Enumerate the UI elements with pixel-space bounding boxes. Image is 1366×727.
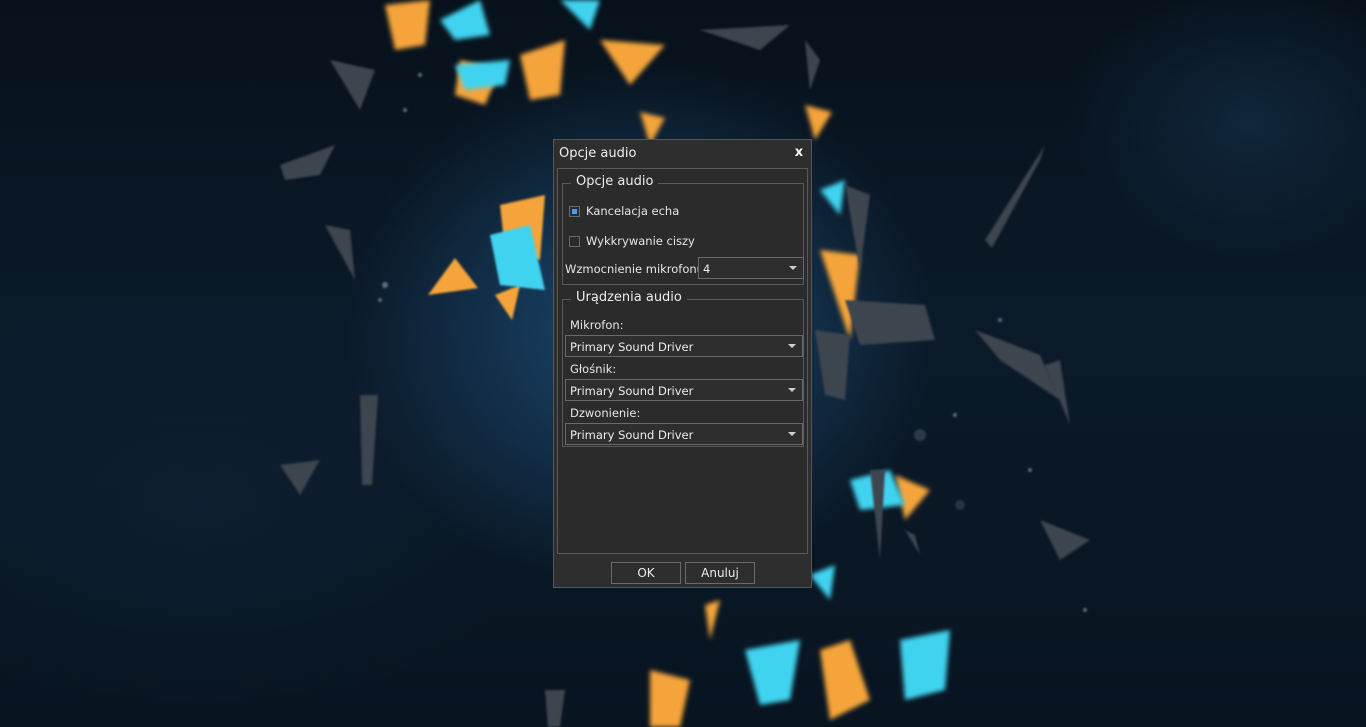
echo-cancel-checkbox[interactable] [569,205,580,217]
close-button[interactable]: x [791,145,807,161]
speaker-label: Głośnik: [570,362,617,376]
echo-cancel-label: Kancelacja echa [586,204,680,218]
desktop-wallpaper: Opcje audio x Opcje audio Kancelacja ech… [0,0,1366,727]
dialog-title: Opcje audio [559,146,637,161]
speaker-select[interactable]: Primary Sound Driver [565,379,803,401]
mic-gain-select[interactable]: 4 [698,257,804,279]
ringing-label: Dzwonienie: [570,406,641,420]
audio-options-group: Opcje audio Kancelacja echa Wykkrywanie … [562,174,804,285]
audio-options-legend: Opcje audio [571,174,659,189]
silence-detect-checkbox[interactable] [569,235,580,247]
echo-cancel-row[interactable]: Kancelacja echa [569,203,679,219]
chevron-down-icon [788,432,796,436]
audio-devices-legend: Urądzenia audio [571,290,687,305]
ringing-value: Primary Sound Driver [570,428,694,442]
cancel-button[interactable]: Anuluj [685,562,755,584]
ringing-select[interactable]: Primary Sound Driver [565,423,803,445]
microphone-label: Mikrofon: [570,318,624,332]
speaker-value: Primary Sound Driver [570,384,694,398]
chevron-down-icon [788,344,796,348]
microphone-select[interactable]: Primary Sound Driver [565,335,803,357]
silence-detect-row[interactable]: Wykkrywanie ciszy [569,233,695,249]
chevron-down-icon [788,388,796,392]
audio-devices-group: Urądzenia audio Mikrofon: Primary Sound … [562,290,804,447]
mic-gain-label: Wzmocnienie mikrofonu [565,262,704,276]
dialog-content-panel: Opcje audio Kancelacja echa Wykkrywanie … [557,168,808,554]
mic-gain-value: 4 [703,262,711,276]
ok-button[interactable]: OK [611,562,681,584]
silence-detect-label: Wykkrywanie ciszy [586,234,695,248]
audio-options-dialog: Opcje audio x Opcje audio Kancelacja ech… [553,139,812,588]
chevron-down-icon [789,266,797,270]
dialog-titlebar[interactable]: Opcje audio x [554,140,811,167]
microphone-value: Primary Sound Driver [570,340,694,354]
